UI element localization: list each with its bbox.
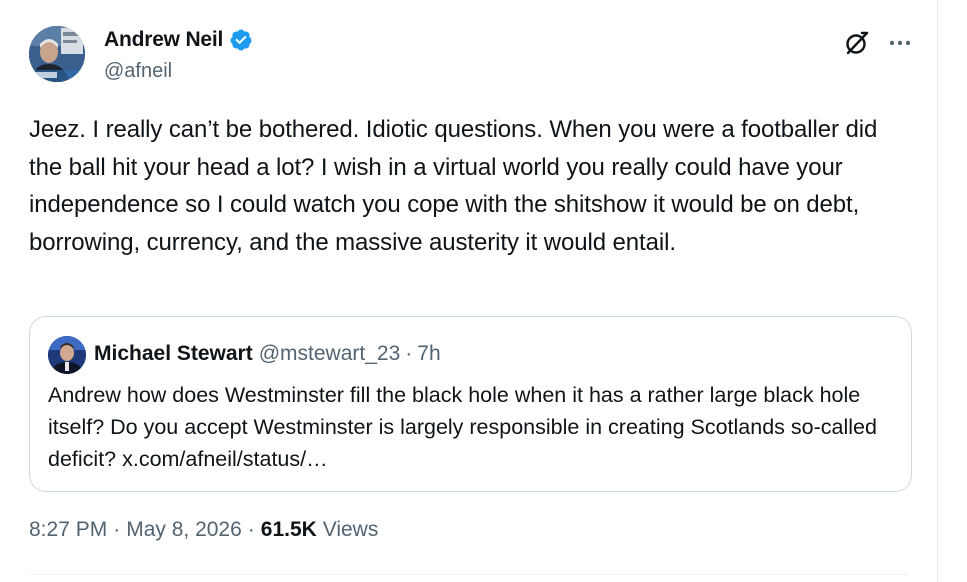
views-label[interactable]: Views bbox=[323, 518, 379, 541]
verified-badge-icon[interactable] bbox=[229, 28, 253, 52]
author-handle[interactable]: @afneil bbox=[104, 60, 172, 83]
grok-icon[interactable] bbox=[843, 29, 871, 57]
quoted-header: Michael Stewart @mstewart_23 · 7h bbox=[94, 342, 441, 366]
meta-separator-2: · bbox=[247, 518, 255, 541]
post-time[interactable]: 8:27 PM bbox=[29, 518, 107, 541]
author-display-name[interactable]: Andrew Neil bbox=[104, 28, 223, 52]
quoted-tweet-card[interactable]: Michael Stewart @mstewart_23 · 7h Andrew… bbox=[29, 316, 912, 492]
quoted-timestamp[interactable]: 7h bbox=[417, 342, 440, 366]
avatar-photo-icon bbox=[29, 26, 85, 82]
meta-separator-1: · bbox=[113, 518, 121, 541]
quoted-handle[interactable]: @mstewart_23 bbox=[259, 342, 401, 366]
tweet-text: Jeez. I really can’t be bothered. Idioti… bbox=[29, 116, 878, 256]
quoted-separator: · bbox=[405, 342, 413, 365]
more-dots-icon[interactable] bbox=[887, 30, 913, 56]
author-name-row: Andrew Neil bbox=[104, 28, 253, 52]
tweet-container: Andrew Neil @afneil Jeez. I really can’t… bbox=[0, 0, 938, 582]
divider bbox=[29, 574, 909, 575]
quoted-author-avatar[interactable] bbox=[48, 336, 86, 374]
quoted-display-name[interactable]: Michael Stewart bbox=[94, 342, 253, 366]
views-count[interactable]: 61.5K bbox=[261, 518, 317, 541]
post-date[interactable]: May 8, 2026 bbox=[126, 518, 242, 541]
quoted-text: Andrew how does Westminster fill the bla… bbox=[48, 383, 877, 471]
tweet-meta: 8:27 PM · May 8, 2026 · 61.5K Views bbox=[29, 518, 378, 542]
quoted-avatar-photo-icon bbox=[48, 336, 86, 374]
author-avatar[interactable] bbox=[29, 26, 85, 82]
